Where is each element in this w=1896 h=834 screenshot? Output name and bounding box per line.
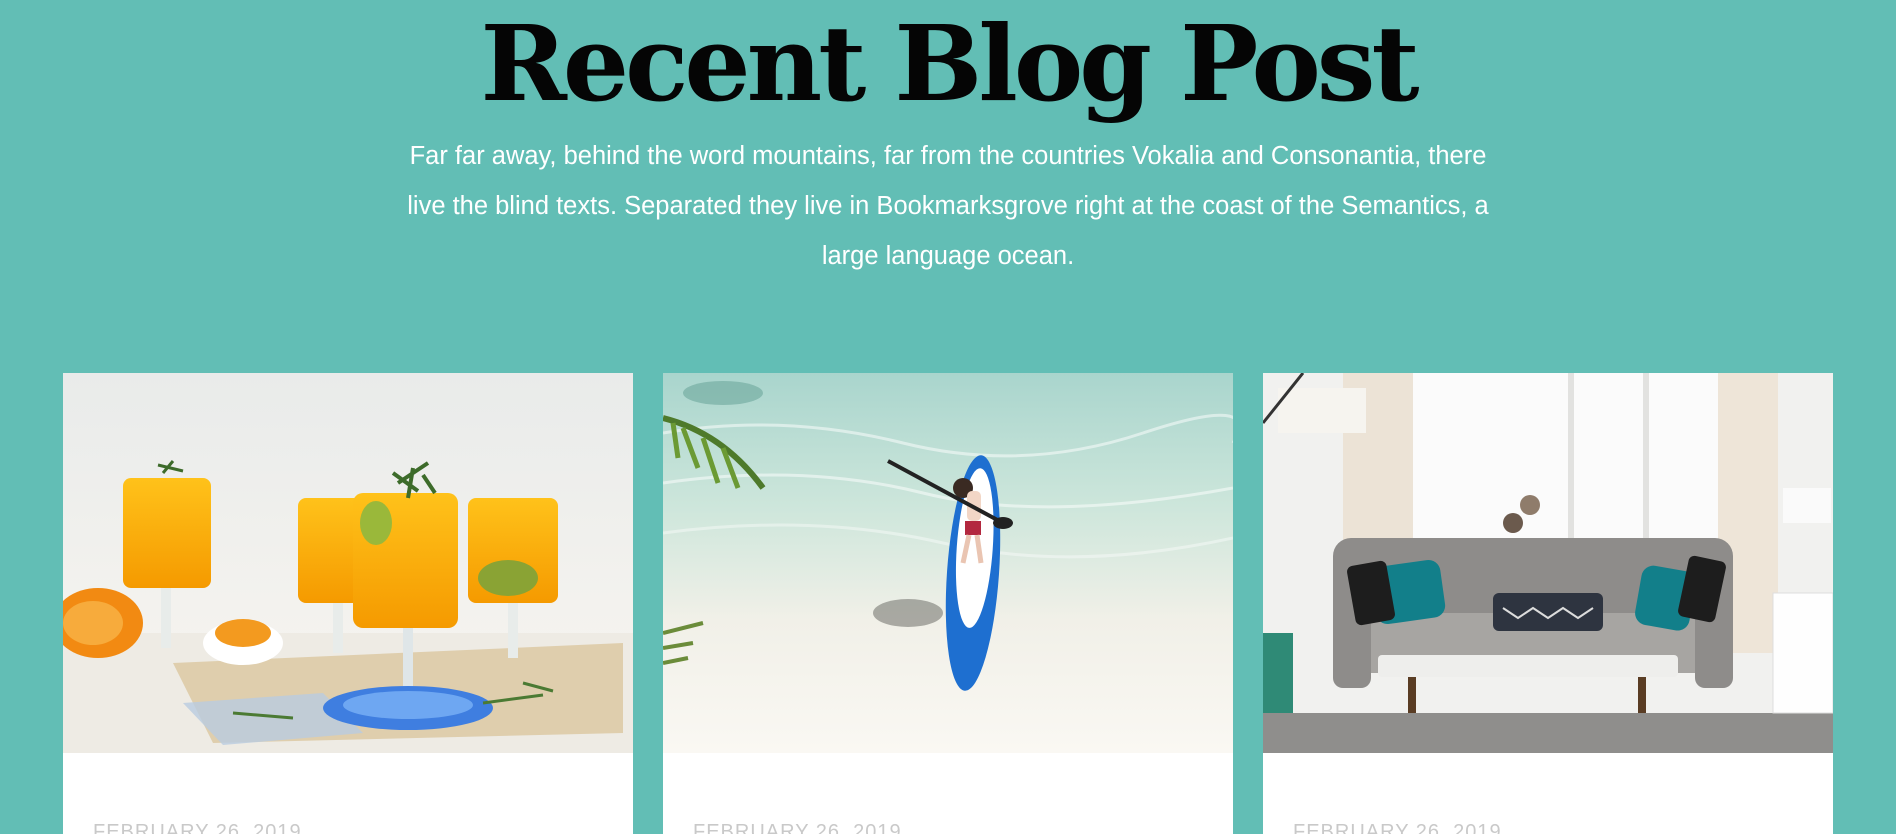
paddleboard-beach-photo: [663, 373, 1233, 753]
blog-card[interactable]: FEBRUARY 26, 2019: [63, 373, 633, 834]
orange-drinks-photo: [63, 373, 633, 753]
blog-card-image-living-room[interactable]: [1263, 373, 1833, 753]
living-room-sofa-photo: [1263, 373, 1833, 753]
blog-card[interactable]: FEBRUARY 26, 2019: [1263, 373, 1833, 834]
blog-card-image-paddleboard[interactable]: [663, 373, 1233, 753]
blog-card-date: FEBRUARY 26, 2019: [693, 821, 902, 834]
blog-card[interactable]: FEBRUARY 26, 2019: [663, 373, 1233, 834]
blog-card-date: FEBRUARY 26, 2019: [93, 821, 302, 834]
section-intro: Far far away, behind the word mountains,…: [407, 142, 1489, 270]
section-title: Recent Blog Post: [480, 2, 1419, 125]
blog-card-image-orange-drinks[interactable]: [63, 373, 633, 753]
blog-card-date: FEBRUARY 26, 2019: [1293, 821, 1502, 834]
